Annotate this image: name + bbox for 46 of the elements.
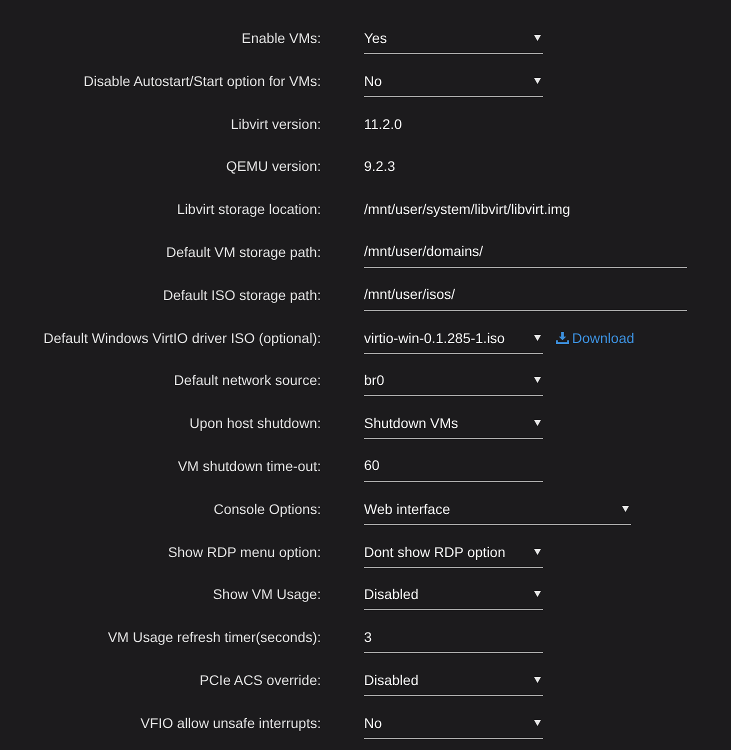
setting-label: Show RDP menu option: [166,542,321,562]
setting-label: Libvirt storage location: [176,200,321,220]
dropdown[interactable]: Disabled [364,670,543,696]
caret-icon [534,78,541,84]
setting-label: PCIe ACS override: [198,670,321,690]
dropdown[interactable]: No [364,70,543,97]
caret-icon [534,420,541,426]
setting-label: Libvirt version: [230,114,321,134]
setting-label: Default ISO storage path: [162,286,321,305]
setting-label: VM Usage refresh timer(seconds): [106,628,321,648]
dropdown[interactable]: No [364,712,543,739]
dropdown[interactable]: virtio-win-0.1.285-1.iso [364,328,543,354]
setting-label: Disable Autostart/Start option for VMs: [82,72,321,91]
setting-label: VM shutdown time-out: [176,456,321,476]
input-field[interactable]: 60 [364,456,543,482]
setting-value: /mnt/user/system/libvirt/libvirt.img [364,200,570,220]
setting-label: VFIO allow unsafe interrupts: [139,714,321,733]
setting-label: Show VM Usage: [212,585,321,604]
setting-label: QEMU version: [225,157,321,176]
caret-icon [534,35,541,41]
setting-label: Console Options: [212,500,321,519]
dropdown[interactable]: Yes [364,28,543,54]
dropdown[interactable]: Web interface [364,498,631,525]
caret-icon [534,548,541,555]
setting-label: Default Windows VirtIO driver ISO (optional): [42,328,321,348]
input-field[interactable]: /mnt/user/isos/ [364,284,687,311]
download-icon [556,332,569,344]
setting-label: Default VM storage path: [165,242,321,262]
dropdown[interactable]: Disabled [364,584,543,610]
setting-label: Upon host shutdown: [188,414,321,434]
input-field[interactable]: /mnt/user/domains/ [364,242,687,268]
caret-icon [534,334,541,341]
dropdown[interactable]: Shutdown VMs [364,413,543,440]
caret-icon [534,720,541,726]
caret-icon [534,377,541,384]
input-field[interactable]: 3 [364,627,543,654]
setting-value: 9.2.3 [364,157,396,176]
download-link[interactable]: Download [556,328,634,348]
dropdown[interactable]: Dont show RDP option [364,542,543,568]
caret-icon [622,506,629,512]
setting-label: Default network source: [172,371,321,390]
caret-icon [534,676,541,683]
dropdown[interactable]: br0 [364,370,543,396]
setting-value: 11.2.0 [364,114,402,134]
setting-label: Enable VMs: [240,29,321,48]
caret-icon [534,591,541,598]
